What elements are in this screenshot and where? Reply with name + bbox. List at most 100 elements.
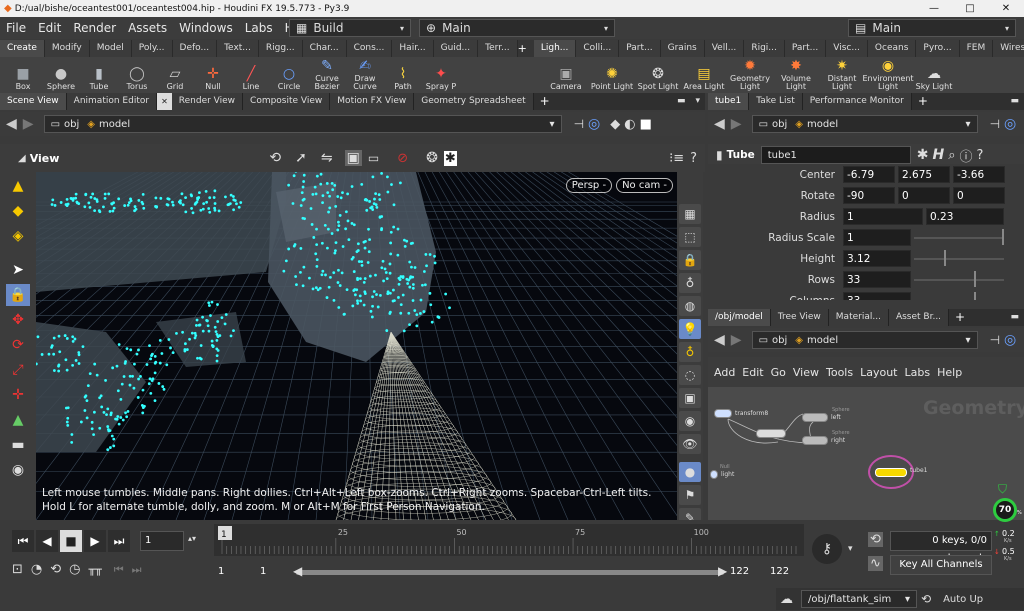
tool-0-6[interactable]: ╱ Line xyxy=(232,57,270,93)
jump-end-button[interactable]: ⏭ xyxy=(108,530,130,552)
time-slider[interactable]: 12550751001 xyxy=(214,524,804,556)
net-menu-5[interactable]: Layout xyxy=(860,366,897,379)
end-frame-field[interactable]: 122 xyxy=(766,563,806,583)
shelf-tab-0-4[interactable]: Defo... xyxy=(172,40,218,57)
tool-0-0[interactable]: ■ Box xyxy=(4,57,42,93)
tool-1-5[interactable]: ✸ Volume Light xyxy=(774,57,818,93)
snapshot-icon[interactable]: ▭ xyxy=(368,151,379,165)
slider-handle[interactable] xyxy=(944,249,946,266)
flag-icon[interactable]: ⚑ xyxy=(679,485,701,505)
shelf-tab-0-5[interactable]: Text... xyxy=(217,40,259,57)
net-menu-4[interactable]: Tools xyxy=(826,366,853,379)
param-field[interactable]: 3.12 xyxy=(843,250,911,267)
shelf-tab-0-1[interactable]: Modify xyxy=(44,40,90,57)
net-tab-3[interactable]: Asset Br... xyxy=(888,309,950,326)
shading-icon[interactable]: ▲ xyxy=(6,175,30,197)
range-end-field[interactable]: 122 xyxy=(726,563,766,583)
handle-icon[interactable]: ✛ xyxy=(6,384,30,406)
flipbook-icon[interactable]: ❂ xyxy=(426,150,438,166)
node-tube1[interactable]: tube1 xyxy=(868,455,927,489)
range-start-field[interactable]: 1 xyxy=(256,563,296,583)
close-tab-icon[interactable]: ✕ xyxy=(157,93,172,110)
tool-1-7[interactable]: ◉ Environment Light xyxy=(862,57,913,93)
auto-update-label[interactable]: Auto Up xyxy=(943,594,983,605)
tool-1-0[interactable]: ▣ Camera xyxy=(544,57,588,93)
add-tab-button[interactable]: + xyxy=(534,93,556,110)
minimize-button[interactable]: — xyxy=(916,0,952,17)
param-tab-1[interactable]: Take List xyxy=(749,93,803,110)
select-icon[interactable]: ➚ xyxy=(295,150,307,166)
pin-icon[interactable]: ⊣ xyxy=(990,333,1000,347)
tool-0-9[interactable]: ✍ Draw Curve xyxy=(346,57,384,93)
param-slider[interactable] xyxy=(914,270,1004,287)
shelf-tab-1-5[interactable]: Rigi... xyxy=(744,40,785,57)
param-field[interactable]: 33 xyxy=(843,271,911,288)
faces-icon[interactable]: ◈ xyxy=(6,225,30,247)
param-field[interactable]: -3.66 xyxy=(953,166,1005,183)
param-network-path-field[interactable]: ▭ obj ◈ model ▾ xyxy=(751,115,978,133)
desktop-selector-main[interactable]: ⊕ Main ▾ xyxy=(419,19,615,37)
tool-1-3[interactable]: ▤ Area Light xyxy=(682,57,726,93)
3d-viewport[interactable]: Persp - No cam - Left mouse tumbles. Mid… xyxy=(36,172,677,520)
sim-path-field[interactable]: /obj/flattank_sim ▾ xyxy=(801,590,917,608)
rotate-icon[interactable]: ⟳ xyxy=(6,334,30,356)
pane-maximize-icon[interactable]: ▬ xyxy=(672,93,691,110)
param-tab-2[interactable]: Performance Monitor xyxy=(802,93,912,110)
shelf-tab-1-3[interactable]: Grains xyxy=(660,40,705,57)
net-tab-0[interactable]: /obj/model xyxy=(708,309,771,326)
param-field[interactable]: -6.79 xyxy=(843,166,895,183)
scene-tab-4[interactable]: Motion FX View xyxy=(330,93,415,110)
add-tab-button[interactable]: + xyxy=(949,309,971,326)
param-field[interactable]: 2.675 xyxy=(898,166,950,183)
persp-menu[interactable]: Persp - xyxy=(565,178,613,193)
close-button[interactable]: ✕ xyxy=(988,0,1024,17)
update-icon[interactable]: ⟲ xyxy=(921,592,931,606)
grid-icon[interactable]: ▦ xyxy=(679,204,701,224)
link-icon[interactable]: ◎ xyxy=(588,116,600,132)
settings-gear-icon[interactable]: ✱ xyxy=(443,150,457,166)
shelf-tab-1-8[interactable]: Oceans xyxy=(867,40,917,57)
realtime-icon[interactable]: ◔ xyxy=(31,562,42,577)
shelf-tab-0-2[interactable]: Model xyxy=(89,40,132,57)
shaded-icon[interactable]: ◐ xyxy=(624,117,635,132)
tool-1-6[interactable]: ✷ Distant Light xyxy=(820,57,864,93)
scale-icon[interactable]: ⤢ xyxy=(6,359,30,381)
menu-file[interactable]: File xyxy=(0,21,32,35)
camera-menu[interactable]: No cam - xyxy=(616,178,673,193)
tool-0-7[interactable]: ○ Circle xyxy=(270,57,308,93)
dot-icon[interactable]: ● xyxy=(679,462,701,482)
slider-handle[interactable] xyxy=(974,291,976,300)
param-slider[interactable] xyxy=(914,249,1004,266)
help-icon[interactable]: ? xyxy=(690,151,697,166)
back-arrow-icon[interactable]: ◀ xyxy=(714,116,725,132)
net-network-path-field[interactable]: ▭ obj ◈ model ▾ xyxy=(751,331,978,349)
shelf-tab-1-6[interactable]: Part... xyxy=(784,40,827,57)
shelf-tab-1-11[interactable]: Wires xyxy=(993,40,1024,57)
brush-icon[interactable]: ▬ xyxy=(6,434,30,456)
menu-windows[interactable]: Windows xyxy=(173,21,239,35)
param-slider[interactable] xyxy=(914,228,1004,245)
param-field[interactable]: -90 xyxy=(843,187,895,204)
wire-icon[interactable]: ⬚ xyxy=(679,227,701,247)
tumble-icon[interactable]: ⟲ xyxy=(269,150,281,166)
pane-menu-icon[interactable]: ▾ xyxy=(690,93,705,110)
tool-1-1[interactable]: ✺ Point Light xyxy=(590,57,634,93)
transform-icon[interactable]: ⇋ xyxy=(321,150,333,166)
light-bulb-icon[interactable]: ♁ xyxy=(679,273,701,293)
loop-icon[interactable]: ⟲ xyxy=(50,562,61,577)
net-menu-1[interactable]: Edit xyxy=(742,366,763,379)
back-arrow-icon[interactable]: ◀ xyxy=(714,332,725,348)
display-options-icon[interactable]: ⁝≡ xyxy=(669,151,684,166)
net-menu-0[interactable]: Add xyxy=(714,366,735,379)
points-icon[interactable]: ◆ xyxy=(6,200,30,222)
shelf-tab-1-10[interactable]: FEM xyxy=(959,40,994,57)
key-all-channels-button[interactable]: Key All Channels xyxy=(890,555,992,575)
pin-icon[interactable]: ⊣ xyxy=(990,117,1000,131)
desktop-selector-main-right[interactable]: ▤ Main ▾ xyxy=(848,19,1016,37)
tool-0-4[interactable]: ▱ Grid xyxy=(156,57,194,93)
desktop-selector-build[interactable]: ▦ Build ▾ xyxy=(289,19,411,37)
add-shelf-button[interactable]: + ▾ xyxy=(518,40,527,72)
shelf-tab-0-11[interactable]: Terr... xyxy=(478,40,518,57)
shelf-tab-1-0[interactable]: Ligh... xyxy=(533,40,577,57)
link-icon[interactable]: ◎ xyxy=(1004,116,1016,132)
